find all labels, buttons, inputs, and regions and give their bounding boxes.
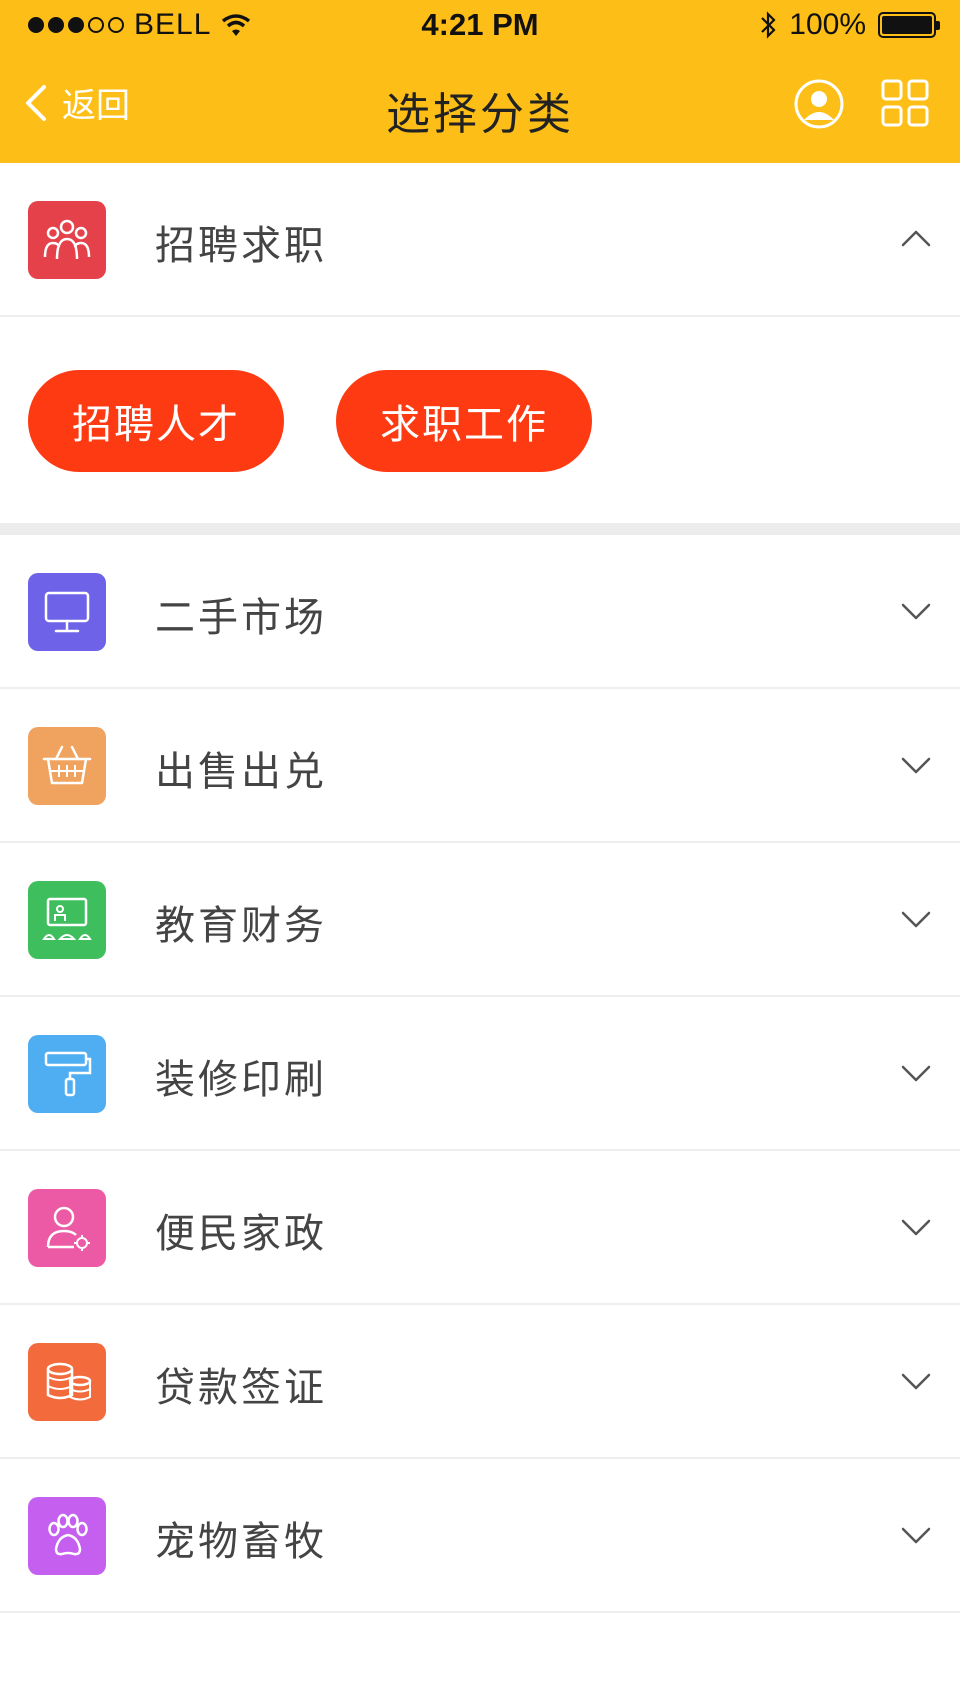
category-row-education-finance[interactable]: 教育财务 [0,843,960,997]
header: BELL 4:21 PM 100% 返回 选择分类 [0,0,960,163]
category-label: 便民家政 [155,1211,327,1257]
classroom-icon [28,881,106,959]
user-profile-icon[interactable] [793,78,845,130]
category-label: 出售出兑 [155,749,327,795]
category-label: 贷款签证 [155,1365,327,1411]
bluetooth-icon [761,11,776,39]
category-row-pets-livestock[interactable]: 宠物畜牧 [0,1459,960,1613]
battery-icon [878,12,940,38]
chevron-down-icon[interactable] [900,749,932,781]
chevron-up-icon[interactable] [900,223,932,255]
category-label: 招聘求职 [155,223,327,269]
category-label: 装修印刷 [155,1057,327,1103]
people-icon [28,201,106,279]
chevron-down-icon[interactable] [900,1211,932,1243]
basket-icon [28,727,106,805]
chevron-down-icon[interactable] [900,903,932,935]
option-button-seek-job[interactable]: 求职工作 [336,370,592,472]
paw-icon [28,1497,106,1575]
person-icon [28,1189,106,1267]
category-label: 宠物畜牧 [155,1519,327,1565]
subcategory-panel: 招聘人才 求职工作 [0,317,960,523]
chevron-down-icon[interactable] [900,1365,932,1397]
status-bar: BELL 4:21 PM 100% [0,0,960,52]
battery-percent: 100% [789,8,866,41]
coins-icon [28,1343,106,1421]
grid-menu-icon[interactable] [880,78,930,128]
chevron-down-icon[interactable] [900,1057,932,1089]
category-row-renovation-printing[interactable]: 装修印刷 [0,997,960,1151]
status-right: 100% [759,8,940,42]
monitor-icon [28,573,106,651]
category-row-loans-visa[interactable]: 贷款签证 [0,1305,960,1459]
category-row-home-services[interactable]: 便民家政 [0,1151,960,1305]
category-label: 二手市场 [155,595,327,641]
chevron-down-icon[interactable] [900,1519,932,1551]
paint-roller-icon [28,1035,106,1113]
category-label: 教育财务 [155,903,327,949]
chevron-down-icon[interactable] [900,595,932,627]
category-row-second-hand[interactable]: 二手市场 [0,535,960,689]
category-row-sale-transfer[interactable]: 出售出兑 [0,689,960,843]
category-row-recruitment[interactable]: 招聘求职 [0,163,960,317]
nav-bar: 返回 选择分类 [0,52,960,163]
section-divider [0,523,960,535]
option-button-hire-talent[interactable]: 招聘人才 [28,370,284,472]
